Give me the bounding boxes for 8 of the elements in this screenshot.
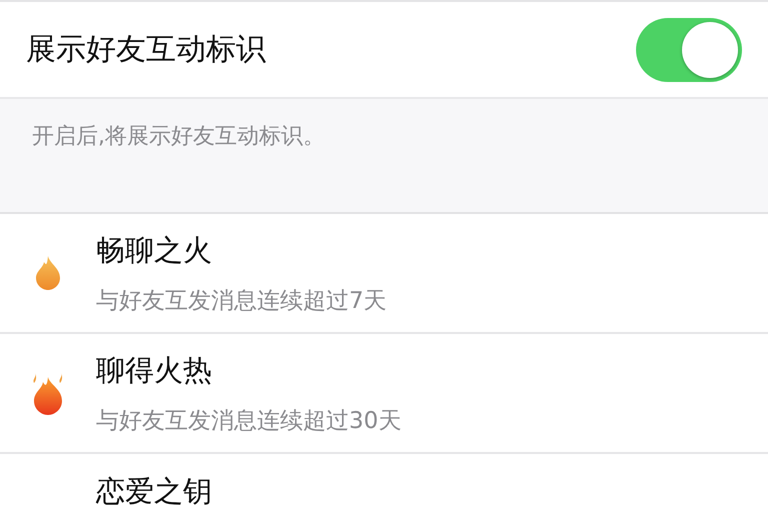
badge-description: 与好友互发消息连续超过7天 <box>96 286 387 316</box>
badge-title: 聊得火热 <box>96 352 213 388</box>
flame-icon <box>35 256 61 290</box>
setting-label: 展示好友互动标识 <box>26 31 266 69</box>
badge-description: 与好友互发消息连续超过30天 <box>96 406 402 436</box>
badge-title: 畅聊之火 <box>96 232 213 268</box>
hint-text: 开启后,将展示好友互动标识。 <box>32 124 325 149</box>
badge-title: 恋爱之钥 <box>96 473 212 510</box>
